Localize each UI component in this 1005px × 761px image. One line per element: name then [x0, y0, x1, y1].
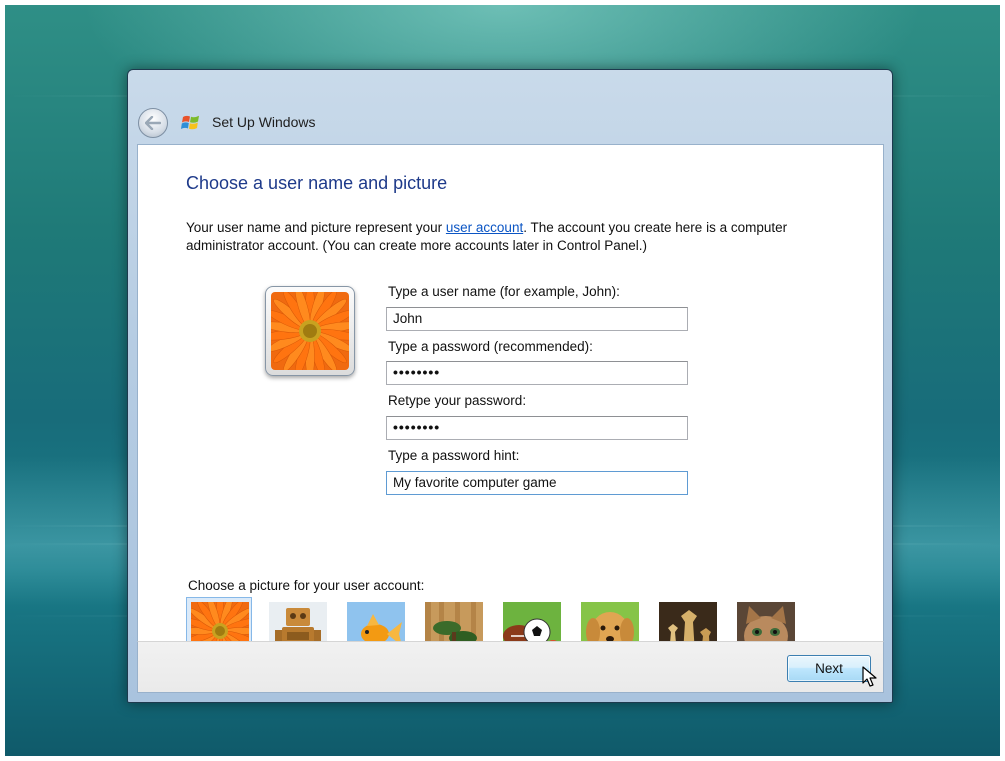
selected-picture-preview	[265, 286, 355, 376]
windows-flag-icon	[181, 115, 199, 130]
description-text: Your user name and picture represent you…	[186, 220, 446, 235]
password-label: Type a password (recommended):	[388, 339, 593, 354]
flower-picture-icon	[271, 292, 349, 370]
next-button[interactable]: Next	[787, 655, 871, 682]
password-field[interactable]: ••••••••	[386, 361, 688, 385]
back-button[interactable]	[138, 108, 168, 138]
user-account-link[interactable]: user account	[446, 220, 523, 235]
window-title: Set Up Windows	[212, 114, 316, 130]
username-label: Type a user name (for example, John):	[388, 284, 620, 299]
page-description: Your user name and picture represent you…	[186, 219, 826, 255]
page-heading: Choose a user name and picture	[186, 173, 448, 193]
back-arrow-icon	[145, 116, 161, 130]
retype-password-label: Retype your password:	[388, 393, 527, 408]
password-hint-field[interactable]: My favorite computer game	[386, 471, 688, 495]
password-hint-label: Type a password hint:	[388, 448, 520, 463]
wizard-footer: Next	[137, 641, 884, 693]
pointer-cursor-icon	[862, 666, 877, 687]
retype-password-field[interactable]: ••••••••	[386, 416, 688, 440]
title-bar: Set Up Windows	[128, 70, 892, 144]
username-field[interactable]: John	[386, 307, 688, 331]
content-area: Choose a user name and picture Your user…	[137, 144, 884, 663]
choose-picture-label: Choose a picture for your user account:	[188, 578, 425, 593]
setup-window: Set Up Windows Choose a user name and pi…	[127, 69, 893, 703]
